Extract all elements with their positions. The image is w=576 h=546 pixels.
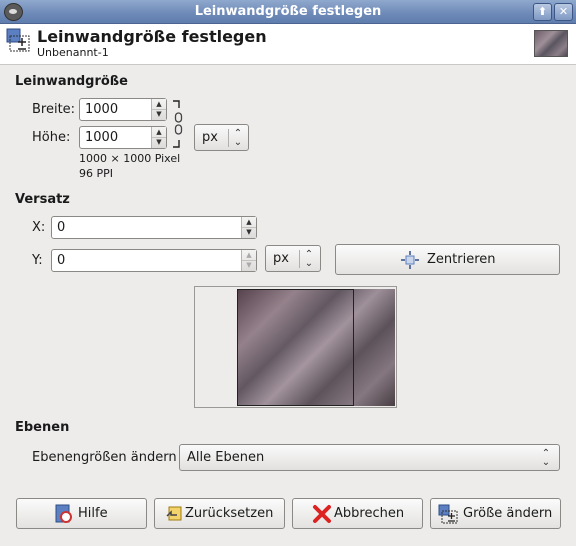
- center-button[interactable]: Zentrieren: [335, 244, 560, 275]
- cancel-button-label: Abbrechen: [334, 506, 405, 521]
- width-spinbutton[interactable]: 1000 ▲ ▼: [79, 98, 167, 121]
- x-offset-spinbutton[interactable]: 0 ▲ ▼: [51, 216, 257, 239]
- height-label: Höhe:: [32, 130, 71, 145]
- spin-down-icon[interactable]: ▼: [242, 227, 256, 237]
- layers-heading: Ebenen: [15, 420, 70, 435]
- offset-preview-area[interactable]: [194, 286, 397, 408]
- window-title: Leinwandgröße festlegen: [194, 4, 382, 19]
- offset-unit-combo[interactable]: px ⌃ ⌄: [265, 245, 321, 272]
- help-icon: [55, 504, 72, 523]
- chevron-updown-icon: ⌃ ⌄: [233, 128, 243, 148]
- resize-layers-label: Ebenengrößen ändern: [32, 450, 177, 465]
- resolution-info: 96 PPI: [79, 167, 114, 180]
- chain-link-icon[interactable]: [171, 99, 185, 149]
- height-value: 1000: [85, 130, 119, 145]
- cancel-button[interactable]: Abbrechen: [292, 498, 423, 529]
- center-icon: [401, 251, 419, 269]
- chevron-updown-icon: ⌃ ⌄: [304, 249, 314, 269]
- image-name: Unbenannt-1: [37, 46, 109, 59]
- height-spin-arrows[interactable]: ▲ ▼: [151, 127, 166, 148]
- resize-button-label: Größe ändern: [463, 506, 553, 521]
- resize-button[interactable]: Größe ändern: [430, 498, 561, 529]
- x-spin-arrows[interactable]: ▲ ▼: [241, 217, 256, 238]
- canvas-unit-combo[interactable]: px ⌃ ⌄: [194, 124, 249, 151]
- offset-unit-value: px: [273, 251, 289, 266]
- reset-icon: [166, 506, 182, 521]
- offset-heading: Versatz: [15, 192, 70, 207]
- chevron-updown-icon: ⌃ ⌄: [541, 448, 551, 468]
- cancel-icon: [313, 505, 331, 523]
- y-offset-spinbutton[interactable]: 0 ▲ ▼: [51, 249, 257, 272]
- image-thumbnail: [534, 30, 568, 57]
- dialog-header: Leinwandgröße festlegen Unbenannt-1: [0, 24, 576, 65]
- canvas-unit-value: px: [202, 130, 218, 145]
- close-icon[interactable]: ✕: [554, 3, 573, 21]
- x-offset-value: 0: [57, 220, 66, 235]
- help-button[interactable]: Hilfe: [16, 498, 147, 529]
- help-button-label: Hilfe: [78, 506, 108, 521]
- center-button-label: Zentrieren: [427, 252, 496, 267]
- dialog-title: Leinwandgröße festlegen: [37, 27, 267, 46]
- y-offset-label: Y:: [32, 253, 43, 268]
- width-spin-arrows[interactable]: ▲ ▼: [151, 99, 166, 120]
- resize-layers-value: Alle Ebenen: [187, 450, 265, 465]
- spin-down-icon[interactable]: ▼: [152, 109, 166, 119]
- canvas-size-heading: Leinwandgröße: [15, 74, 128, 89]
- spin-down-icon[interactable]: ▼: [152, 137, 166, 147]
- canvas-size-icon: [438, 504, 458, 524]
- x-offset-label: X:: [32, 220, 46, 235]
- pixel-size-info: 1000 × 1000 Pixel: [79, 152, 181, 165]
- window-titlebar: Leinwandgröße festlegen ⬆ ✕: [0, 0, 576, 24]
- width-value: 1000: [85, 102, 119, 117]
- reset-button-label: Zurücksetzen: [185, 506, 274, 521]
- resize-layers-combo[interactable]: Alle Ebenen ⌃ ⌄: [179, 444, 560, 471]
- spin-down-icon[interactable]: ▼: [242, 260, 256, 270]
- combo-separator: [228, 129, 229, 147]
- maximize-icon[interactable]: ⬆: [533, 3, 552, 21]
- canvas-boundary-frame[interactable]: [237, 289, 354, 406]
- height-spinbutton[interactable]: 1000 ▲ ▼: [79, 126, 167, 149]
- combo-separator: [299, 250, 300, 268]
- width-label: Breite:: [32, 102, 76, 117]
- y-offset-value: 0: [57, 253, 66, 268]
- canvas-size-icon: [6, 28, 30, 52]
- reset-button[interactable]: Zurücksetzen: [154, 498, 285, 529]
- y-spin-arrows[interactable]: ▲ ▼: [241, 250, 256, 271]
